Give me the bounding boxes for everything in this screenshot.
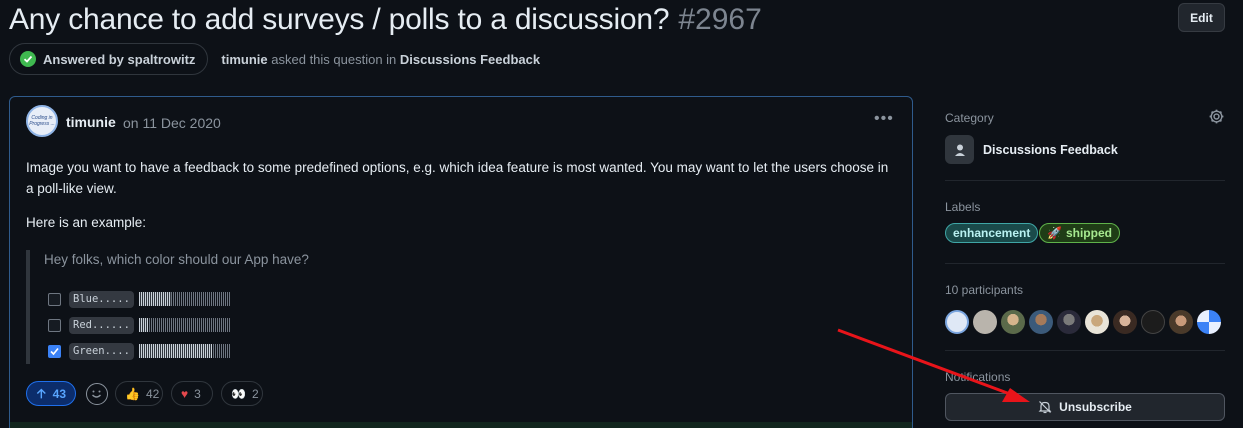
poll-progress-fill	[138, 292, 171, 306]
poll-option: Green....	[48, 342, 230, 360]
sidebar-category-name[interactable]: Discussions Feedback	[983, 143, 1118, 157]
arrow-up-icon	[36, 388, 46, 398]
discussion-number: #2967	[678, 3, 762, 36]
gear-icon[interactable]	[1208, 108, 1225, 125]
rocket-icon: 🚀	[1047, 226, 1062, 240]
poll-progress-bar	[138, 292, 230, 306]
post-paragraph: Image you want to have a feedback to som…	[26, 160, 889, 196]
blockquote-text: Hey folks, which color should our App ha…	[44, 252, 309, 267]
poll-checkbox[interactable]	[48, 292, 61, 306]
post-date[interactable]: on 11 Dec 2020	[123, 115, 221, 131]
add-reaction-icon[interactable]	[86, 383, 108, 405]
poll-option-label: Blue.....	[69, 290, 134, 308]
participant-avatar[interactable]	[1197, 310, 1221, 334]
post-footer-bar	[10, 422, 912, 428]
participant-avatar[interactable]	[1169, 310, 1193, 334]
participant-avatar[interactable]	[1001, 310, 1025, 334]
label-enhancement[interactable]: enhancement	[945, 223, 1039, 243]
poll-checkbox[interactable]	[48, 318, 61, 332]
label-shipped[interactable]: 🚀 shipped	[1039, 223, 1120, 243]
participant-avatar[interactable]	[1057, 310, 1081, 334]
poll-progress-fill	[138, 318, 148, 332]
heart-count: 3	[194, 386, 201, 401]
author-avatar-text: Coding in Progress ...	[29, 115, 55, 127]
poll-option: Red......	[48, 316, 230, 334]
participant-avatar[interactable]	[945, 310, 969, 334]
bell-slash-icon	[1038, 401, 1052, 414]
category-icon	[945, 135, 974, 164]
upvote-button[interactable]: 43	[26, 381, 76, 406]
labels-label: Labels	[945, 200, 981, 214]
discussion-meta: Answered by spaltrowitz timunie asked th…	[9, 43, 540, 75]
edit-button[interactable]: Edit	[1178, 3, 1225, 32]
thumbs-up-reaction[interactable]: 👍 42	[115, 381, 163, 406]
asked-line: timunie asked this question in Discussio…	[221, 52, 540, 67]
heart-reaction[interactable]: ♥ 3	[171, 381, 213, 406]
participant-avatar[interactable]	[1141, 310, 1165, 334]
upvote-count: 43	[52, 386, 66, 401]
category-label: Category	[945, 111, 994, 125]
eyes-count: 2	[251, 386, 259, 401]
participant-avatar[interactable]	[973, 310, 997, 334]
eyes-reaction[interactable]: 👀 2	[221, 381, 263, 406]
label-shipped-text: shipped	[1065, 226, 1112, 240]
post-author[interactable]: timunie	[66, 114, 116, 130]
title-row: Any chance to add surveys / polls to a d…	[9, 0, 762, 40]
more-options-icon[interactable]: •••	[874, 110, 894, 128]
notifications-label: Notifications	[945, 370, 1011, 384]
unsubscribe-label: Unsubscribe	[1059, 400, 1132, 414]
check-circle-icon	[20, 51, 36, 67]
asked-text: asked this question in	[267, 51, 400, 67]
asker-link[interactable]: timunie	[221, 52, 267, 67]
sidebar-divider	[945, 350, 1225, 351]
poll-checkbox[interactable]	[48, 344, 61, 358]
sidebar-divider	[945, 180, 1225, 181]
poll-progress-bar	[138, 344, 230, 358]
participant-avatar[interactable]	[1029, 310, 1053, 334]
author-avatar[interactable]: Coding in Progress ...	[26, 105, 58, 137]
answered-badge-label: Answered by spaltrowitz	[43, 51, 196, 67]
thumbs-up-count: 42	[145, 386, 160, 401]
thumbs-up-icon: 👍	[125, 386, 140, 401]
eyes-icon: 👀	[231, 386, 246, 401]
poll-option-label: Red......	[69, 316, 134, 334]
participant-avatar[interactable]	[1113, 310, 1137, 334]
unsubscribe-button[interactable]: Unsubscribe	[945, 393, 1225, 421]
participants-list	[945, 310, 1221, 334]
participant-avatar[interactable]	[1085, 310, 1109, 334]
answered-badge[interactable]: Answered by spaltrowitz	[9, 43, 209, 75]
post-paragraph: Here is an example:	[26, 215, 147, 230]
participants-label: 10 participants	[945, 283, 1024, 297]
poll-option-label: Green....	[69, 342, 134, 360]
blockquote-bar	[26, 250, 30, 364]
poll-option: Blue.....	[48, 290, 230, 308]
heart-icon: ♥	[181, 386, 189, 401]
sidebar-divider	[945, 263, 1225, 264]
discussion-title: Any chance to add surveys / polls to a d…	[9, 3, 670, 36]
poll-progress-bar	[138, 318, 230, 332]
poll-progress-fill	[138, 344, 212, 358]
category-link[interactable]: Discussions Feedback	[400, 52, 540, 67]
